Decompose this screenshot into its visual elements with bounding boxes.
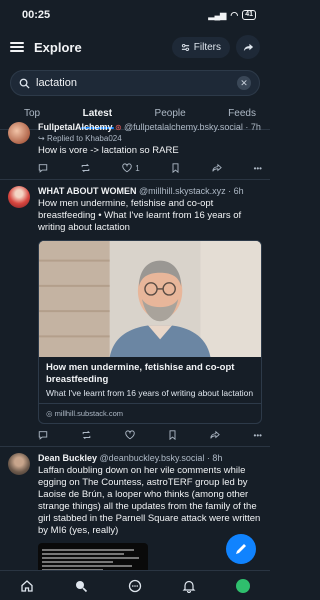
like-count: 1 — [135, 163, 140, 173]
bookmark-button[interactable] — [168, 430, 177, 440]
globe-icon: ◎ — [46, 409, 55, 418]
link-card-domain: ◎ millhill.substack.com — [39, 403, 261, 423]
like-button[interactable]: 1 — [122, 163, 140, 173]
bookmark-icon — [172, 163, 179, 173]
filters-label: Filters — [193, 41, 221, 53]
portrait-image — [39, 241, 261, 357]
link-card-domain-text: millhill.substack.com — [54, 409, 123, 418]
search-bar: ✕ — [10, 70, 260, 96]
link-card-image — [39, 241, 261, 357]
post-body: WHAT ABOUT WOMEN @millhill.skystack.xyz … — [38, 186, 262, 442]
post-time: 8h — [212, 453, 223, 463]
status-time: 00:25 — [22, 9, 51, 21]
page-title: Explore — [34, 39, 82, 55]
repost-icon — [81, 163, 89, 173]
author-name[interactable]: WHAT ABOUT WOMEN — [38, 186, 136, 196]
menu-icon[interactable] — [10, 40, 24, 54]
author-handle[interactable]: @millhill.skystack.xyz — [139, 186, 226, 196]
search-icon[interactable] — [74, 579, 88, 593]
post-text: How is vore -> lactation so RARE — [38, 145, 179, 156]
ellipsis-icon: ••• — [253, 430, 262, 440]
label-icon: ⊛ — [115, 123, 124, 132]
link-card-description: What I've learnt from 16 years of writin… — [46, 388, 254, 398]
share-icon — [243, 43, 253, 51]
bookmark-button[interactable] — [171, 163, 180, 173]
heart-icon — [125, 430, 135, 440]
share-icon — [210, 430, 221, 439]
post-header: WHAT ABOUT WOMEN @millhill.skystack.xyz … — [38, 186, 262, 196]
post-time: 7h — [250, 122, 261, 132]
reply-icon: ↪ — [38, 134, 47, 143]
post-text: Laffan doubling down on her vile comment… — [38, 465, 261, 536]
search-input[interactable] — [36, 77, 237, 89]
bookmark-icon — [169, 430, 176, 440]
reply-context[interactable]: ↪ Replied to Khaba024 — [38, 134, 262, 143]
status-bar: 00:25 ▂▄▆ ◠ 41 — [0, 0, 270, 30]
repost-icon — [82, 430, 91, 440]
link-card[interactable]: How men undermine, fetishise and co-opt … — [38, 240, 262, 424]
reply-to-label: Replied to Khaba024 — [46, 134, 122, 143]
post-time: 6h — [233, 186, 244, 196]
wifi-icon: ◠ — [230, 9, 239, 20]
share-post-button[interactable] — [212, 163, 222, 173]
profile-avatar[interactable] — [236, 578, 250, 593]
post-actions: ••• — [38, 424, 262, 442]
search-icon — [19, 78, 30, 89]
embedded-screenshot-image[interactable] — [38, 543, 148, 570]
post-body: FullpetalAlchemy ⊛ @fullpetalalchemy.bsk… — [38, 122, 262, 175]
avatar[interactable] — [8, 186, 30, 208]
compose-button[interactable] — [226, 534, 256, 564]
post[interactable]: WHAT ABOUT WOMEN @millhill.skystack.xyz … — [0, 180, 270, 447]
author-name[interactable]: Dean Buckley — [38, 453, 97, 463]
post-header: FullpetalAlchemy ⊛ @fullpetalalchemy.bsk… — [38, 122, 262, 132]
share-icon — [212, 163, 222, 172]
header: Explore Filters — [0, 30, 270, 64]
screenshot-placeholder-lines — [42, 549, 144, 570]
home-icon[interactable] — [20, 579, 34, 593]
battery-icon: 41 — [242, 10, 256, 20]
share-button[interactable] — [236, 35, 260, 59]
reply-button[interactable] — [38, 430, 48, 440]
comment-icon — [38, 164, 48, 173]
more-options-button[interactable]: ••• — [254, 164, 262, 173]
repost-button[interactable] — [81, 430, 92, 440]
heart-icon — [122, 163, 132, 173]
like-button[interactable] — [125, 430, 135, 440]
reply-button[interactable] — [38, 163, 48, 173]
signal-icon: ▂▄▆ — [208, 10, 227, 20]
comment-icon — [38, 431, 48, 440]
ellipsis-icon: ••• — [253, 163, 262, 173]
sliders-icon — [181, 43, 189, 51]
bell-icon[interactable] — [182, 579, 196, 593]
post-header: Dean Buckley @deanbuckley.bsky.social · … — [38, 453, 262, 463]
filters-button[interactable]: Filters — [171, 36, 230, 58]
share-post-button[interactable] — [210, 430, 221, 440]
link-card-title: How men undermine, fetishise and co-opt … — [46, 362, 235, 385]
repost-button[interactable] — [80, 163, 91, 173]
close-icon: ✕ — [240, 77, 248, 88]
post-text: How men undermine, fetishise and co-opt … — [38, 198, 242, 233]
bottom-nav — [0, 570, 270, 600]
author-name[interactable]: FullpetalAlchemy — [38, 122, 113, 132]
avatar[interactable] — [8, 453, 30, 475]
post[interactable]: FullpetalAlchemy ⊛ @fullpetalalchemy.bsk… — [0, 116, 270, 180]
feed[interactable]: FullpetalAlchemy ⊛ @fullpetalalchemy.bsk… — [0, 116, 270, 570]
author-handle[interactable]: @deanbuckley.bsky.social — [100, 453, 205, 463]
status-icons: ▂▄▆ ◠ 41 — [208, 10, 256, 21]
author-handle[interactable]: @fullpetalalchemy.bsky.social — [124, 122, 243, 132]
post-actions: 1 ••• — [38, 157, 262, 175]
avatar[interactable] — [8, 122, 30, 144]
more-options-button[interactable]: ••• — [254, 431, 262, 440]
clear-search-button[interactable]: ✕ — [237, 76, 251, 90]
chat-icon[interactable] — [128, 579, 142, 593]
